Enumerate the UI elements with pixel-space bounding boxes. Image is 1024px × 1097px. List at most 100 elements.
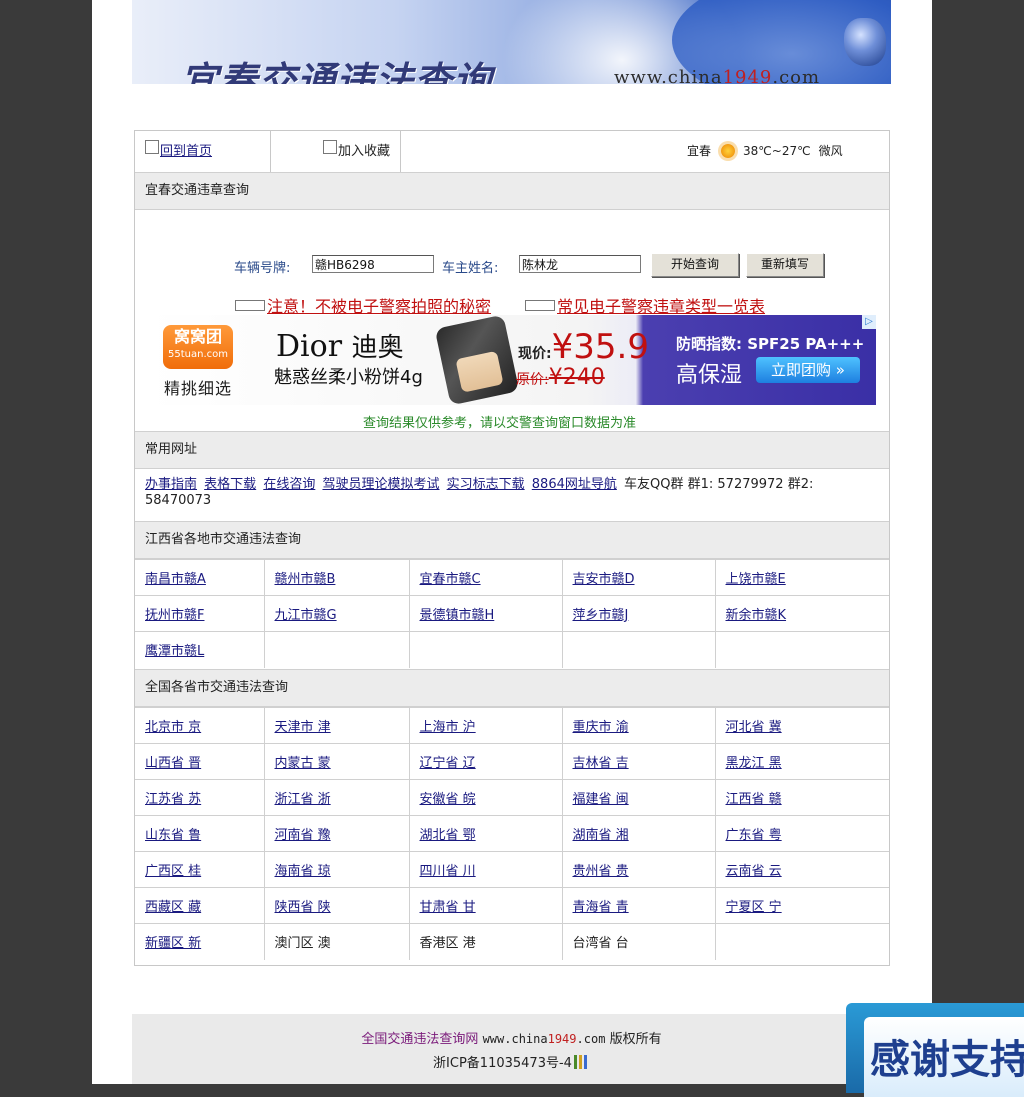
region-link[interactable]: 四川省 川	[420, 864, 476, 879]
region-link[interactable]: 浙江省 浙	[275, 792, 331, 807]
ad-logo: 窝窝团 55tuan.com	[163, 325, 233, 369]
table-cell: 甘肃省 甘	[409, 887, 563, 924]
weather-wind: 微风	[818, 144, 843, 158]
region-link[interactable]: 重庆市 渝	[573, 720, 629, 735]
advertisement-banner[interactable]: 窝窝团 55tuan.com 精挑细选 Dior 迪奥 魅惑丝柔小粉饼4g 现价…	[148, 315, 876, 405]
region-link[interactable]: 河北省 冀	[726, 720, 782, 735]
region-link[interactable]: 西藏区 藏	[145, 900, 201, 915]
region-link[interactable]: 江西省 赣	[726, 792, 782, 807]
region-link[interactable]: 河南省 豫	[275, 828, 331, 843]
reset-button[interactable]: 重新填写	[746, 253, 824, 277]
region-link[interactable]: 海南省 琼	[275, 864, 331, 879]
home-cell: 回到首页	[135, 131, 271, 172]
region-link[interactable]: 甘肃省 甘	[420, 900, 476, 915]
region-link[interactable]: 辽宁省 辽	[420, 756, 476, 771]
common-link[interactable]: 在线咨询	[263, 477, 315, 492]
region-link[interactable]: 青海省 青	[573, 900, 629, 915]
region-link[interactable]: 湖南省 湘	[573, 828, 629, 843]
region-link[interactable]: 新余市赣K	[726, 608, 787, 623]
owner-input[interactable]: 陈林龙	[519, 255, 641, 273]
region-link[interactable]: 吉林省 吉	[573, 756, 629, 771]
favorite-checkbox-icon	[322, 140, 337, 154]
table-cell: 河北省 冀	[715, 707, 889, 744]
plate-input[interactable]: 赣HB6298	[312, 255, 434, 273]
favorite-cell: 加入收藏	[271, 131, 401, 172]
query-disclaimer: 查询结果仅供参考，请以交警查询窗口数据为准	[363, 416, 637, 431]
table-cell: 山西省 晋	[135, 743, 265, 780]
region-link[interactable]: 贵州省 贵	[573, 864, 629, 879]
region-label: 香港区 港	[419, 936, 476, 952]
region-link[interactable]: 广东省 粤	[726, 828, 782, 843]
region-link[interactable]: 景德镇市赣H	[420, 608, 495, 623]
footer-rights: 版权所有	[609, 1032, 662, 1047]
region-link[interactable]: 赣州市赣B	[275, 572, 336, 587]
ad-buy-button[interactable]: 立即团购 »	[756, 357, 860, 383]
region-link[interactable]: 山东省 鲁	[145, 828, 201, 843]
region-link[interactable]: 云南省 云	[726, 864, 782, 879]
ad-slogan: 精挑细选	[164, 379, 233, 398]
car-mirror-illustration	[844, 18, 886, 66]
region-link[interactable]: 新疆区 新	[145, 936, 201, 951]
thanks-support-badge[interactable]: 感谢支持	[846, 1003, 1024, 1097]
table-row: 抚州市赣F 九江市赣G 景德镇市赣H 萍乡市赣J 新余市赣K	[135, 595, 889, 632]
region-link[interactable]: 吉安市赣D	[573, 572, 635, 587]
notice-link-photo-secret[interactable]: 注意！不被电子警察拍照的秘密	[267, 297, 491, 316]
region-link[interactable]: 安徽省 皖	[420, 792, 476, 807]
region-link[interactable]: 黑龙江 黑	[726, 756, 782, 771]
region-link[interactable]: 抚州市赣F	[145, 608, 204, 623]
table-cell: 台湾省 台	[562, 923, 716, 960]
table-cell: 陕西省 陕	[264, 887, 410, 924]
common-link[interactable]: 实习标志下载	[447, 477, 525, 492]
ad-feature: 高保湿	[676, 363, 743, 388]
national-province-table: 北京市 京 天津市 津 上海市 沪 重庆市 渝 河北省 冀山西省 晋 内蒙古 蒙 辽宁省 辽…	[135, 707, 889, 960]
table-cell	[715, 923, 889, 960]
add-favorite-link[interactable]: 加入收藏	[338, 144, 390, 159]
banner-url: www.china1949.com	[614, 67, 821, 84]
table-cell: 海南省 琼	[264, 851, 410, 888]
common-link[interactable]: 驾驶员理论模拟考试	[322, 477, 439, 492]
region-link[interactable]: 九江市赣G	[275, 608, 337, 623]
table-cell: 新疆区 新	[135, 923, 265, 960]
region-link[interactable]: 鹰潭市赣L	[145, 644, 204, 659]
region-link[interactable]: 上饶市赣E	[726, 572, 786, 587]
region-link[interactable]: 内蒙古 蒙	[275, 756, 331, 771]
table-cell: 上饶市赣E	[715, 559, 889, 596]
common-link[interactable]: 8864网址导航	[532, 477, 617, 492]
table-row: 广西区 桂 海南省 琼 四川省 川 贵州省 贵 云南省 云	[135, 851, 889, 888]
cnzz-stats-icon[interactable]	[573, 1055, 590, 1069]
notice-link-violation-types[interactable]: 常见电子警察违章类型一览表	[557, 297, 765, 316]
region-link[interactable]: 陕西省 陕	[275, 900, 331, 915]
region-link[interactable]: 山西省 晋	[145, 756, 201, 771]
region-link[interactable]: 宜春市赣C	[420, 572, 481, 587]
common-link[interactable]: 表格下载	[204, 477, 256, 492]
weather-temp: 38℃~27℃	[743, 144, 811, 158]
region-link[interactable]: 湖北省 鄂	[420, 828, 476, 843]
page-container: 宜春交通违法查询 www.china1949.com 回到首页 加入收藏 宜春 3…	[92, 0, 932, 1084]
region-link[interactable]: 萍乡市赣J	[573, 608, 629, 623]
footer-icp: 浙ICP备11035473号-4	[433, 1056, 572, 1071]
region-link[interactable]: 南昌市赣A	[145, 572, 206, 587]
footer-site-name[interactable]: 全国交通违法查询网	[361, 1032, 478, 1047]
common-link[interactable]: 办事指南	[145, 477, 197, 492]
home-link[interactable]: 回到首页	[160, 144, 212, 159]
region-link[interactable]: 广西区 桂	[145, 864, 201, 879]
table-cell	[409, 631, 563, 668]
search-button[interactable]: 开始查询	[651, 253, 739, 277]
table-cell: 山东省 鲁	[135, 815, 265, 852]
ad-choices-icon[interactable]: ▷	[862, 315, 876, 329]
region-link[interactable]: 上海市 沪	[420, 720, 476, 735]
table-cell: 宜春市赣C	[409, 559, 563, 596]
region-link[interactable]: 天津市 津	[275, 720, 331, 735]
ad-brand: Dior 迪奥	[276, 329, 404, 364]
table-cell: 赣州市赣B	[264, 559, 410, 596]
region-link[interactable]: 福建省 闽	[573, 792, 629, 807]
region-link[interactable]: 宁夏区 宁	[726, 900, 782, 915]
notice-2-box-icon	[525, 300, 555, 311]
table-cell: 福建省 闽	[562, 779, 716, 816]
table-cell: 江西省 赣	[715, 779, 889, 816]
table-cell: 天津市 津	[264, 707, 410, 744]
region-link[interactable]: 江苏省 苏	[145, 792, 201, 807]
ad-orig-price: 原价:¥240	[516, 365, 605, 390]
region-link[interactable]: 北京市 京	[145, 720, 201, 735]
table-cell: 青海省 青	[562, 887, 716, 924]
